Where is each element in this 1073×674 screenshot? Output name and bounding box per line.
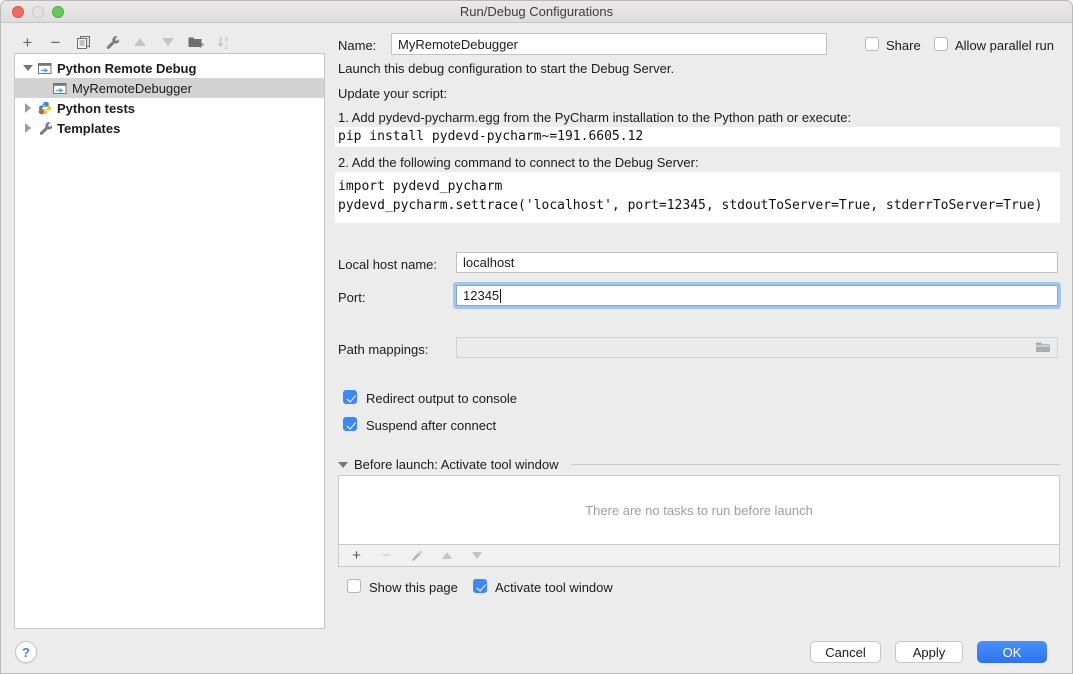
help-button[interactable]: ?	[15, 641, 37, 663]
settrace-code-line-1: import pydevd_pycharm	[338, 177, 1060, 196]
instruction-line-2: Update your script:	[338, 86, 447, 102]
tasks-toolbar: + −	[339, 544, 1059, 566]
allow-parallel-run-label: Allow parallel run	[955, 38, 1054, 54]
before-launch-title: Before launch: Activate tool window	[354, 457, 559, 472]
instruction-line-1: Launch this debug configuration to start…	[338, 61, 674, 77]
sort-alphabetically-icon: az	[215, 34, 232, 51]
settrace-code-block: import pydevd_pycharm pydevd_pycharm.set…	[335, 172, 1060, 223]
move-up-icon	[131, 34, 148, 51]
dialog-buttons: Cancel Apply OK	[810, 641, 1047, 663]
instruction-step-1: 1. Add pydevd-pycharm.egg from the PyCha…	[338, 110, 851, 126]
suspend-after-connect-checkbox[interactable]	[343, 417, 357, 431]
tree-item-python-tests[interactable]: Python tests	[15, 98, 324, 118]
local-host-name-label: Local host name:	[338, 257, 437, 273]
remove-task-icon: −	[378, 547, 395, 564]
allow-parallel-run-checkbox[interactable]	[934, 37, 948, 51]
apply-button[interactable]: Apply	[895, 641, 963, 663]
remote-debug-config-icon	[53, 82, 67, 95]
show-this-page-label: Show this page	[369, 580, 458, 596]
move-task-up-icon	[438, 547, 455, 564]
edit-task-pencil-icon	[408, 547, 425, 564]
tree-item-myremotedebugger[interactable]: MyRemoteDebugger	[15, 78, 324, 98]
configurations-toolbar: + − az	[19, 32, 232, 52]
name-input[interactable]	[391, 33, 827, 55]
share-label: Share	[886, 38, 921, 54]
suspend-after-connect-label: Suspend after connect	[366, 418, 496, 434]
configurations-tree: Python Remote Debug MyRemoteDebugger Pyt…	[14, 53, 325, 629]
titlebar: Run/Debug Configurations	[1, 1, 1072, 23]
activate-tool-window-label: Activate tool window	[495, 580, 613, 596]
section-expanded-triangle-icon[interactable]	[338, 462, 348, 468]
settrace-code-line-2: pydevd_pycharm.settrace('localhost', por…	[338, 196, 1060, 215]
new-folder-icon[interactable]	[187, 34, 204, 51]
tree-item-python-remote-debug[interactable]: Python Remote Debug	[15, 58, 324, 78]
collapsed-triangle-icon[interactable]	[23, 123, 33, 133]
tree-item-label: Templates	[57, 121, 120, 136]
pip-install-code: pip install pydevd-pycharm~=191.6605.12	[335, 127, 1060, 147]
copy-configuration-icon[interactable]	[75, 34, 92, 51]
before-launch-tasks-panel: There are no tasks to run before launch …	[338, 475, 1060, 567]
path-mappings-input[interactable]	[456, 337, 1058, 358]
share-checkbox[interactable]	[865, 37, 879, 51]
activate-tool-window-checkbox[interactable]	[473, 579, 487, 593]
section-divider	[571, 464, 1060, 465]
window-title: Run/Debug Configurations	[1, 1, 1072, 22]
before-launch-header[interactable]: Before launch: Activate tool window	[338, 457, 1060, 472]
add-configuration-icon[interactable]: +	[19, 34, 36, 51]
tree-item-label: Python Remote Debug	[57, 61, 196, 76]
move-down-icon	[159, 34, 176, 51]
text-caret	[500, 289, 501, 303]
zoom-button[interactable]	[52, 6, 64, 18]
redirect-output-label: Redirect output to console	[366, 391, 517, 407]
browse-folder-icon[interactable]	[1035, 341, 1051, 354]
path-mappings-label: Path mappings:	[338, 342, 428, 358]
collapsed-triangle-icon[interactable]	[23, 103, 33, 113]
expanded-triangle-icon[interactable]	[23, 65, 33, 71]
add-task-icon[interactable]: +	[348, 547, 365, 564]
run-debug-configurations-dialog: Run/Debug Configurations + − az Python R…	[0, 0, 1073, 674]
instruction-step-2: 2. Add the following command to connect …	[338, 155, 699, 171]
redirect-output-checkbox[interactable]	[343, 390, 357, 404]
empty-tasks-message: There are no tasks to run before launch	[339, 476, 1059, 544]
svg-text:a: a	[225, 36, 229, 43]
port-label: Port:	[338, 290, 365, 306]
remove-configuration-icon[interactable]: −	[47, 34, 64, 51]
remote-debug-config-icon	[38, 62, 52, 75]
tree-item-templates[interactable]: Templates	[15, 118, 324, 138]
move-task-down-icon	[468, 547, 485, 564]
templates-wrench-icon	[38, 121, 52, 135]
ok-button[interactable]: OK	[977, 641, 1047, 663]
name-label: Name:	[338, 38, 376, 54]
close-button[interactable]	[12, 6, 24, 18]
port-value: 12345	[463, 288, 499, 303]
show-this-page-checkbox[interactable]	[347, 579, 361, 593]
tree-item-label: Python tests	[57, 101, 135, 116]
cancel-button[interactable]: Cancel	[810, 641, 881, 663]
tree-item-label: MyRemoteDebugger	[72, 81, 192, 96]
port-input[interactable]: 12345	[456, 285, 1058, 306]
local-host-name-input[interactable]	[456, 252, 1058, 273]
python-tests-icon	[38, 101, 52, 115]
edit-templates-wrench-icon[interactable]	[103, 34, 120, 51]
svg-text:z: z	[225, 44, 229, 50]
minimize-button	[32, 6, 44, 18]
